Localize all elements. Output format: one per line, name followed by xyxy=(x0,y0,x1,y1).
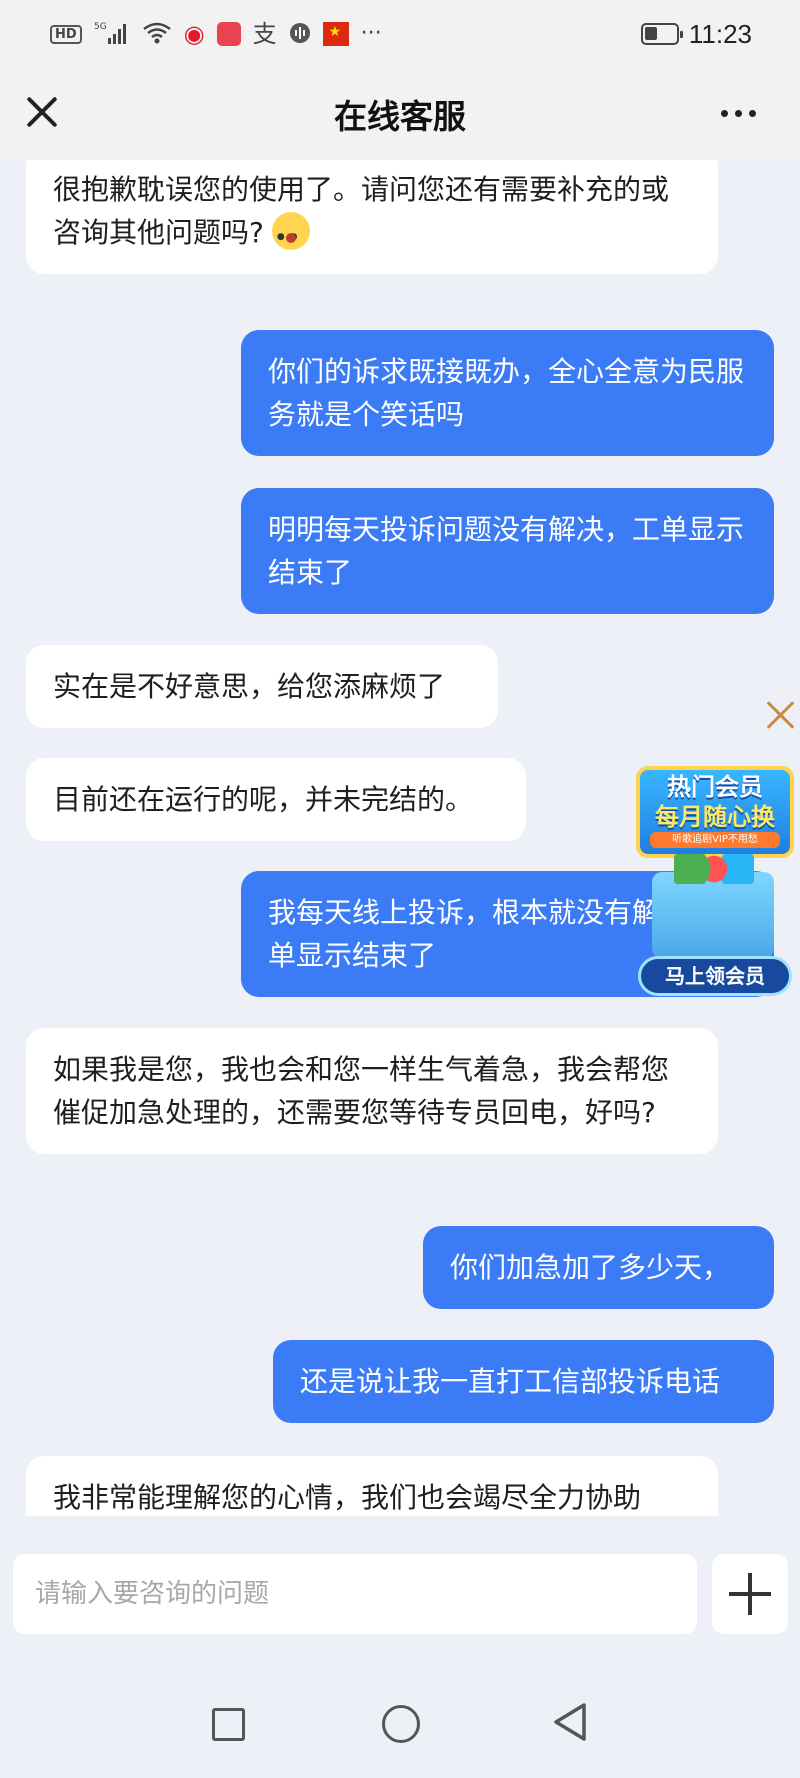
agent-message: 很抱歉耽误您的使用了。请问您还有需要补充的或咨询其他问题吗? xyxy=(26,160,718,274)
voice-icon xyxy=(289,22,311,47)
network-type-label: 5G xyxy=(94,22,107,32)
promo-close-icon[interactable] xyxy=(766,700,796,730)
clock: 11:23 xyxy=(688,18,752,49)
message-text: 我非常能理解您的心情，我们也会竭尽全力协助 xyxy=(53,1481,642,1514)
promo-sign: 热门会员 每月随心换 听歌追剧VIP不用愁 xyxy=(636,766,794,858)
agent-message: 目前还在运行的呢，并未完结的。 xyxy=(26,758,526,841)
message-text: 实在是不好意思，给您添麻烦了 xyxy=(53,670,446,703)
message-text: 目前还在运行的呢，并未完结的。 xyxy=(53,783,474,816)
message-text: 你们的诉求既接既办，全心全意为民服务就是个笑话吗 xyxy=(268,355,745,431)
message-text: 你们加急加了多少天， xyxy=(450,1251,731,1284)
status-bar: HD 5G ◉ 支 ··· 11:2 xyxy=(0,0,800,68)
message-text: 很抱歉耽误您的使用了。请问您还有需要补充的或咨询其他问题吗? xyxy=(53,173,670,249)
recent-apps-icon[interactable] xyxy=(212,1708,245,1741)
status-right: 11:23 xyxy=(640,18,752,50)
wifi-icon xyxy=(142,21,172,48)
battery-icon xyxy=(640,23,683,45)
message-text: 明明每天投诉问题没有解决，工单显示结束了 xyxy=(268,513,745,589)
page-title: 在线客服 xyxy=(334,97,466,136)
message-text: 还是说让我一直打工信部投诉电话 xyxy=(300,1365,721,1398)
alipay-icon: 支 xyxy=(252,20,277,48)
promo-line-2: 每月随心换 xyxy=(655,803,775,831)
flag-icon xyxy=(322,22,349,46)
input-bar xyxy=(0,1516,800,1688)
more-icon: ··· xyxy=(360,21,382,46)
user-message: 明明每天投诉问题没有解决，工单显示结束了 xyxy=(241,488,774,614)
notification-app-icon xyxy=(216,22,241,46)
user-message: 你们加急加了多少天， xyxy=(423,1226,774,1309)
claim-vip-button[interactable]: 马上领会员 xyxy=(638,956,792,996)
question-input[interactable] xyxy=(13,1554,697,1634)
agent-message: 如果我是您，我也会和您一样生气着急，我会帮您催促加急处理的，还需要您等待专员回电… xyxy=(26,1028,718,1154)
user-message: 你们的诉求既接既办，全心全意为民服务就是个笑话吗 xyxy=(241,330,774,456)
hd-icon: HD xyxy=(50,24,82,44)
add-attachment-button[interactable] xyxy=(712,1554,788,1634)
status-icons: HD 5G ◉ 支 ··· xyxy=(50,20,382,49)
message-text: 如果我是您，我也会和您一样生气着急，我会帮您催促加急处理的，还需要您等待专员回电… xyxy=(53,1053,670,1129)
promo-line-3: 听歌追剧VIP不用愁 xyxy=(650,832,780,848)
vip-promo-banner[interactable]: 热门会员 每月随心换 听歌追剧VIP不用愁 马上领会员 xyxy=(634,748,796,1008)
home-icon[interactable] xyxy=(382,1705,420,1743)
app-header: 在线客服 xyxy=(0,68,800,160)
system-nav-bar xyxy=(0,1688,800,1778)
weibo-icon: ◉ xyxy=(183,20,205,48)
surprised-face-icon xyxy=(271,212,310,259)
more-options-icon[interactable] xyxy=(721,110,756,117)
close-icon[interactable] xyxy=(24,94,60,130)
agent-message: 我非常能理解您的心情，我们也会竭尽全力协助 xyxy=(26,1456,718,1516)
agent-message: 实在是不好意思，给您添麻烦了 xyxy=(26,645,498,728)
signal-icon: 5G xyxy=(94,20,130,49)
back-icon[interactable] xyxy=(552,1702,588,1742)
promo-line-1: 热门会员 xyxy=(667,773,763,801)
user-message: 还是说让我一直打工信部投诉电话 xyxy=(273,1340,774,1423)
gift-box-icon xyxy=(652,854,774,958)
